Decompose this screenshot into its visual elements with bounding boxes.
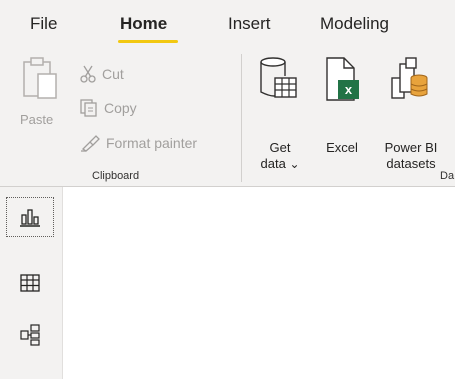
copy-label: Copy: [104, 100, 137, 116]
clipboard-icon: [23, 57, 57, 99]
database-table-icon: [260, 57, 297, 98]
tab-modeling[interactable]: Modeling: [320, 14, 389, 34]
model-view-button[interactable]: [6, 315, 54, 355]
powerbi-label-line2: datasets: [386, 156, 436, 171]
paintbrush-icon: [81, 135, 100, 152]
model-diagram-icon: [20, 324, 40, 346]
get-data-label-line2: data ⌄: [258, 156, 302, 172]
tab-insert[interactable]: Insert: [228, 14, 271, 34]
tab-home[interactable]: Home: [120, 14, 167, 34]
get-data-label-text: data: [260, 156, 286, 171]
report-view-button[interactable]: [6, 197, 54, 237]
data-view-button[interactable]: [6, 263, 54, 303]
cut-button[interactable]: Cut: [80, 64, 124, 84]
get-data-button[interactable]: Get data ⌄: [252, 56, 304, 171]
format-painter-label: Format painter: [106, 135, 198, 151]
group-separator: [241, 54, 242, 182]
excel-label: Excel: [326, 140, 358, 155]
data-group-label: Da: [440, 170, 455, 182]
cut-label: Cut: [102, 66, 124, 82]
ribbon: File Home Insert Modeling Paste Cut Copy: [0, 0, 455, 187]
table-grid-icon: [20, 274, 40, 292]
active-tab-underline: [118, 40, 178, 43]
paste-label: Paste: [20, 112, 54, 127]
format-painter-button[interactable]: Format painter: [80, 133, 197, 153]
get-data-label-line1: Get: [269, 140, 291, 155]
bar-chart-icon: [20, 209, 40, 227]
powerbi-label-line1: Power BI: [384, 140, 438, 155]
excel-file-icon: x: [326, 57, 359, 101]
ribbon-tabs: File Home Insert Modeling: [0, 0, 455, 43]
powerbi-datasets-button[interactable]: Power BI datasets: [374, 56, 448, 171]
paste-button[interactable]: Paste: [16, 56, 64, 136]
svg-text:x: x: [345, 82, 353, 97]
excel-button[interactable]: x Excel: [322, 56, 362, 155]
scissors-icon: [80, 65, 96, 83]
tab-file[interactable]: File: [30, 14, 57, 34]
clipboard-group-label: Clipboard: [92, 170, 140, 182]
copy-button[interactable]: Copy: [80, 98, 137, 118]
copy-icon: [80, 99, 97, 117]
view-switcher: [0, 187, 63, 379]
chevron-down-icon: ⌄: [289, 157, 300, 171]
dataset-icon: [391, 57, 428, 99]
